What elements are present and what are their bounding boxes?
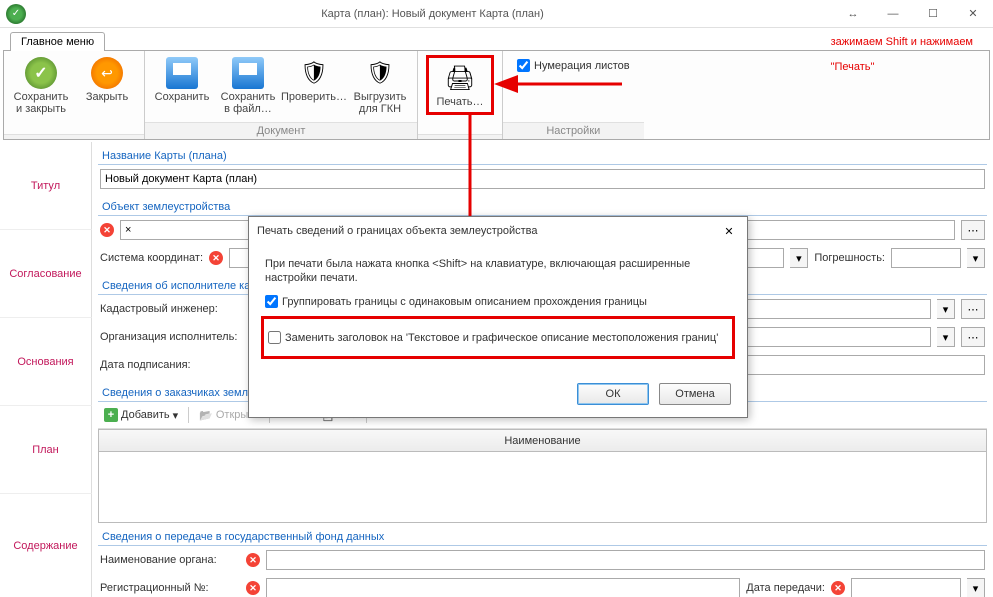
org-ellipsis-button[interactable]: ⋯: [961, 327, 985, 347]
save-button[interactable]: Сохранить: [153, 55, 211, 105]
section-object: Объект землеустройства: [98, 197, 987, 216]
maximize-button[interactable]: ☐: [913, 0, 953, 28]
print-button[interactable]: Печать…: [431, 60, 489, 110]
back-circle-icon: [91, 57, 123, 89]
map-name-input[interactable]: [100, 169, 985, 189]
ribbon-group-1: Сохранить и закрыть Закрыть: [4, 51, 145, 139]
sign-date-label: Дата подписания:: [100, 359, 250, 371]
floppy-icon: [166, 57, 198, 89]
accuracy-input[interactable]: [891, 248, 961, 268]
titlebar: ✓ Карта (план): Новый документ Карта (пл…: [0, 0, 993, 28]
error-icon: [100, 223, 114, 237]
numbering-checkbox[interactable]: Нумерация листов: [517, 59, 630, 72]
save-and-close-button[interactable]: Сохранить и закрыть: [12, 55, 70, 117]
dialog-close-button[interactable]: ✕: [719, 221, 739, 241]
window-title: Карта (план): Новый документ Карта (план…: [32, 8, 833, 20]
plus-icon: [104, 408, 118, 422]
coord-system-dropdown[interactable]: ▾: [790, 248, 808, 268]
coord-system-label: Система координат:: [100, 252, 203, 264]
replace-title-checkbox[interactable]: Заменить заголовок на 'Текстовое и графи…: [268, 331, 728, 344]
replace-title-input[interactable]: [268, 331, 281, 344]
sidebar-item-plan[interactable]: План: [0, 406, 92, 494]
engineer-ellipsis-button[interactable]: ⋯: [961, 299, 985, 319]
add-button[interactable]: Добавить ▾: [100, 406, 182, 424]
sidebar-item-title[interactable]: Титул: [0, 142, 92, 230]
check-button[interactable]: Проверить…: [285, 55, 343, 105]
error-icon: [209, 251, 223, 265]
sidebar-item-approval[interactable]: Согласование: [0, 230, 92, 318]
authority-label: Наименование органа:: [100, 554, 240, 566]
save-to-file-button[interactable]: Сохранить в файл…: [219, 55, 277, 117]
numbering-checkbox-input[interactable]: [517, 59, 530, 72]
cancel-button[interactable]: Отмена: [659, 383, 731, 405]
transfer-date-label: Дата передачи:: [746, 582, 825, 594]
dialog-title-text: Печать сведений о границах объекта земле…: [257, 225, 719, 237]
window-controls: ↔ — ☐ ✕: [833, 0, 993, 28]
error-icon: [831, 581, 845, 595]
engineer-label: Кадастровый инженер:: [100, 303, 250, 315]
transfer-date-dropdown[interactable]: ▾: [967, 578, 985, 597]
ribbon-group-document: Сохранить Сохранить в файл… Проверить… В…: [145, 51, 418, 139]
section-map-name: Название Карты (плана): [98, 146, 987, 165]
ribbon-group-settings: Нумерация листов Настройки: [503, 51, 644, 139]
tab-main-menu[interactable]: Главное меню: [10, 32, 105, 51]
authority-input[interactable]: [266, 550, 985, 570]
shield-export-icon: [364, 57, 396, 89]
annotation-text: зажимаем Shift и нажимаем "Печать": [831, 28, 973, 78]
dialog-titlebar: Печать сведений о границах объекта земле…: [249, 217, 747, 245]
ok-button[interactable]: ОК: [577, 383, 649, 405]
engineer-dropdown[interactable]: ▾: [937, 299, 955, 319]
print-dialog: Печать сведений о границах объекта земле…: [248, 216, 748, 418]
org-dropdown[interactable]: ▾: [937, 327, 955, 347]
export-gkn-button[interactable]: Выгрузить для ГКН: [351, 55, 409, 117]
group-boundaries-input[interactable]: [265, 295, 278, 308]
folder-icon: [199, 409, 213, 422]
dialog-body: При печати была нажата кнопка <Shift> на…: [249, 245, 747, 375]
table-header-name[interactable]: Наименование: [99, 430, 986, 452]
shield-check-icon: [298, 57, 330, 89]
reg-no-label: Регистрационный №:: [100, 582, 240, 594]
transfer-date-input[interactable]: [851, 578, 961, 597]
print-highlight-box: Печать…: [426, 55, 494, 115]
minimize-button[interactable]: —: [873, 0, 913, 28]
table-body[interactable]: [99, 452, 986, 522]
sidebar-item-grounds[interactable]: Основания: [0, 318, 92, 406]
app-icon: ✓: [6, 4, 26, 24]
ribbon-group-print: Печать…: [418, 51, 503, 139]
error-icon: [246, 553, 260, 567]
floppy-file-icon: [232, 57, 264, 89]
reg-no-input[interactable]: [266, 578, 740, 597]
sidebar-item-content[interactable]: Содержание: [0, 494, 92, 597]
section-transfer: Сведения о передаче в государственный фо…: [98, 527, 987, 546]
close-window-button[interactable]: ✕: [953, 0, 993, 28]
object-ellipsis-button[interactable]: ⋯: [961, 220, 985, 240]
close-button[interactable]: Закрыть: [78, 55, 136, 105]
check-circle-icon: [25, 57, 57, 89]
sidebar: Титул Согласование Основания План Содерж…: [0, 142, 92, 597]
org-label: Организация исполнитель:: [100, 331, 250, 343]
group-boundaries-checkbox[interactable]: Группировать границы с одинаковым описан…: [265, 295, 731, 308]
expand-arrows-icon[interactable]: ↔: [833, 0, 873, 28]
dialog-footer: ОК Отмена: [249, 375, 747, 417]
accuracy-dropdown[interactable]: ▾: [967, 248, 985, 268]
error-icon: [246, 581, 260, 595]
customers-table: Наименование: [98, 429, 987, 523]
printer-icon: [444, 62, 476, 94]
accuracy-label: Погрешность:: [814, 252, 885, 264]
replace-title-highlight: Заменить заголовок на 'Текстовое и графи…: [261, 316, 735, 359]
dialog-info-text: При печати была нажата кнопка <Shift> на…: [265, 257, 731, 285]
